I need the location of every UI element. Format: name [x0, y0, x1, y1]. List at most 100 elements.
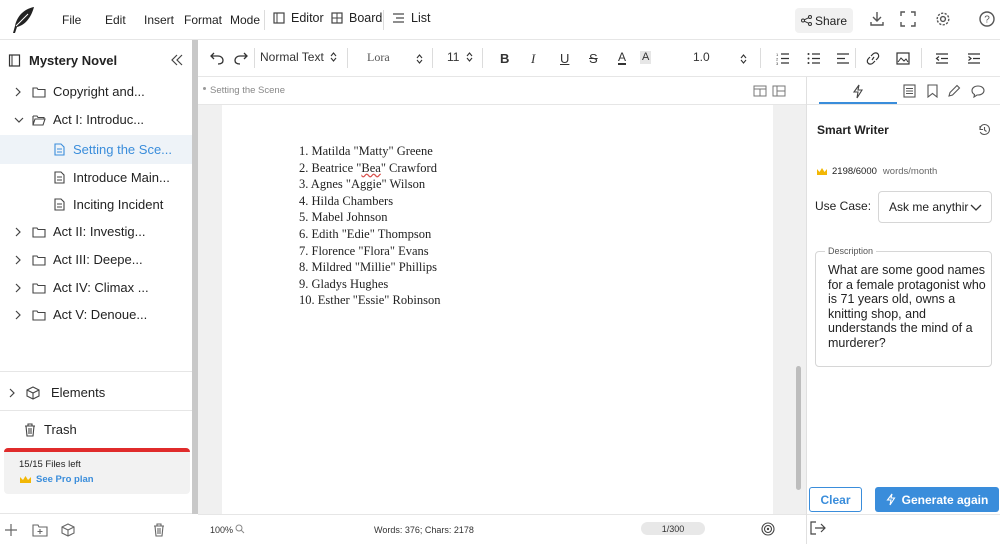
tree-item-copyright[interactable]: Copyright and...	[0, 78, 192, 105]
tree-item-act-5[interactable]: Act V: Denoue...	[0, 301, 192, 328]
tree-item-introduce-main[interactable]: Introduce Main...	[0, 164, 192, 191]
description-text[interactable]: What are some good names for a female pr…	[828, 263, 988, 350]
list-item[interactable]: 10. Esther "Essie" Robinson	[299, 292, 440, 309]
list-item[interactable]: 7. Florence "Flora" Evans	[299, 243, 440, 260]
bold-icon[interactable]: B	[500, 51, 509, 66]
font-size-value: 11	[447, 50, 460, 64]
history-icon[interactable]	[978, 123, 991, 136]
mode-editor[interactable]: Editor	[273, 11, 324, 25]
menu-edit[interactable]: Edit	[105, 13, 126, 27]
tab-notes[interactable]	[900, 83, 918, 99]
tree-item-act-2[interactable]: Act II: Investig...	[0, 218, 192, 245]
updown-icon[interactable]	[740, 54, 747, 64]
tree-item-label: Inciting Incident	[73, 197, 164, 212]
menu-file[interactable]: File	[62, 13, 81, 27]
use-case-select[interactable]: Ask me anythir	[878, 191, 992, 223]
tab-bookmarks[interactable]	[923, 83, 941, 99]
list-item[interactable]: 4. Hilda Chambers	[299, 193, 440, 210]
settings-gear-icon[interactable]	[934, 10, 952, 28]
tab-comments[interactable]	[969, 83, 987, 99]
chevron-right-icon[interactable]	[14, 310, 22, 320]
list-item[interactable]: 6. Edith "Edie" Thompson	[299, 226, 440, 243]
bullet-list-icon[interactable]	[807, 52, 821, 65]
list-item[interactable]: 8. Mildred "Millie" Phillips	[299, 259, 440, 276]
image-icon[interactable]	[896, 52, 910, 65]
chevron-right-icon[interactable]	[14, 87, 22, 97]
clear-button[interactable]: Clear	[809, 487, 862, 512]
tab-smart-writer[interactable]	[849, 83, 867, 99]
italic-icon[interactable]: I	[531, 51, 535, 67]
tree-item-label: Act II: Investig...	[53, 224, 146, 239]
tree-item-act-4[interactable]: Act IV: Climax ...	[0, 274, 192, 301]
layout-split-icon[interactable]	[753, 85, 767, 97]
description-field[interactable]: Description What are some good names for…	[815, 246, 992, 367]
collapse-panel-icon[interactable]	[810, 521, 826, 535]
zoom-level[interactable]: 100%	[210, 525, 233, 535]
fullscreen-icon[interactable]	[899, 10, 917, 28]
menu-mode[interactable]: Mode	[230, 13, 260, 27]
chevron-right-icon[interactable]	[14, 255, 22, 265]
elements-section[interactable]: Elements	[0, 379, 192, 406]
font-select[interactable]: Lora	[367, 50, 390, 65]
chevron-right-icon[interactable]	[14, 227, 22, 237]
numbered-list-icon[interactable]: 123	[776, 52, 790, 65]
new-folder-icon[interactable]	[32, 523, 48, 537]
menu-format[interactable]: Format	[184, 13, 222, 27]
font-size-select[interactable]: 11	[447, 50, 473, 64]
see-pro-plan-link[interactable]: See Pro plan	[19, 474, 94, 485]
lightning-icon	[886, 493, 896, 506]
trash-section[interactable]: Trash	[0, 416, 192, 443]
collapse-sidebar-icon[interactable]	[170, 53, 184, 67]
focus-target-icon[interactable]	[761, 522, 775, 536]
chevron-down-icon[interactable]	[14, 116, 24, 124]
list-item[interactable]: 3. Agnes "Aggie" Wilson	[299, 176, 440, 193]
new-element-icon[interactable]	[61, 523, 75, 537]
generate-again-button[interactable]: Generate again	[875, 487, 999, 512]
updown-icon[interactable]	[416, 54, 423, 64]
strikethrough-icon[interactable]: S	[589, 51, 598, 66]
list-item[interactable]: 9. Gladys Hughes	[299, 276, 440, 293]
menu-insert[interactable]: Insert	[144, 13, 174, 27]
divider	[855, 48, 856, 68]
text-color-icon[interactable]: A	[618, 51, 627, 65]
line-spacing-select[interactable]: 1.0	[693, 50, 710, 64]
tab-edit[interactable]	[945, 83, 963, 99]
undo-icon[interactable]	[210, 52, 224, 65]
tree-item-inciting-incident[interactable]: Inciting Incident	[0, 191, 192, 218]
generate-again-label: Generate again	[901, 492, 989, 507]
usage-info: 2198/6000 words/month	[816, 166, 937, 177]
zoom-icon[interactable]	[235, 524, 245, 534]
download-icon[interactable]	[868, 10, 886, 28]
highlight-icon[interactable]: A	[640, 51, 652, 64]
mode-list[interactable]: List	[392, 11, 430, 25]
outdent-icon[interactable]	[935, 52, 949, 65]
layout-sidebar-icon[interactable]	[772, 85, 786, 97]
list-item[interactable]: 5. Mabel Johnson	[299, 209, 440, 226]
delete-icon[interactable]	[153, 523, 165, 537]
mode-board[interactable]: Board	[331, 11, 382, 25]
folder-icon	[32, 226, 46, 238]
editor-scrollbar[interactable]	[796, 366, 801, 490]
chevron-right-icon[interactable]	[14, 283, 22, 293]
misspelled-word[interactable]: Bea	[361, 161, 380, 175]
link-icon[interactable]	[866, 52, 880, 65]
page-indicator[interactable]: 1/300	[641, 522, 705, 535]
add-icon[interactable]	[4, 523, 18, 537]
indent-icon[interactable]	[967, 52, 981, 65]
redo-icon[interactable]	[234, 52, 248, 65]
tree-item-act-1[interactable]: Act I: Introduc...	[0, 106, 192, 133]
list-item[interactable]: 1. Matilda "Matty" Greene	[299, 143, 440, 160]
crown-icon	[20, 476, 31, 483]
chevron-right-icon[interactable]	[8, 388, 16, 398]
underline-icon[interactable]: U	[560, 51, 569, 66]
help-icon[interactable]: ?	[978, 10, 996, 28]
tree-item-label: Copyright and...	[53, 84, 145, 99]
divider	[921, 48, 922, 68]
text-style-select[interactable]: Normal Text	[260, 50, 337, 64]
list-item[interactable]: 2. Beatrice "Bea" Crawford	[299, 160, 440, 177]
share-button[interactable]: Share	[795, 8, 853, 33]
tree-item-setting-the-scene[interactable]: Setting the Sce...	[0, 135, 192, 164]
document-page[interactable]: 1. Matilda "Matty" Greene 2. Beatrice "B…	[222, 105, 773, 514]
align-left-icon[interactable]	[836, 52, 850, 65]
tree-item-act-3[interactable]: Act III: Deepe...	[0, 246, 192, 273]
